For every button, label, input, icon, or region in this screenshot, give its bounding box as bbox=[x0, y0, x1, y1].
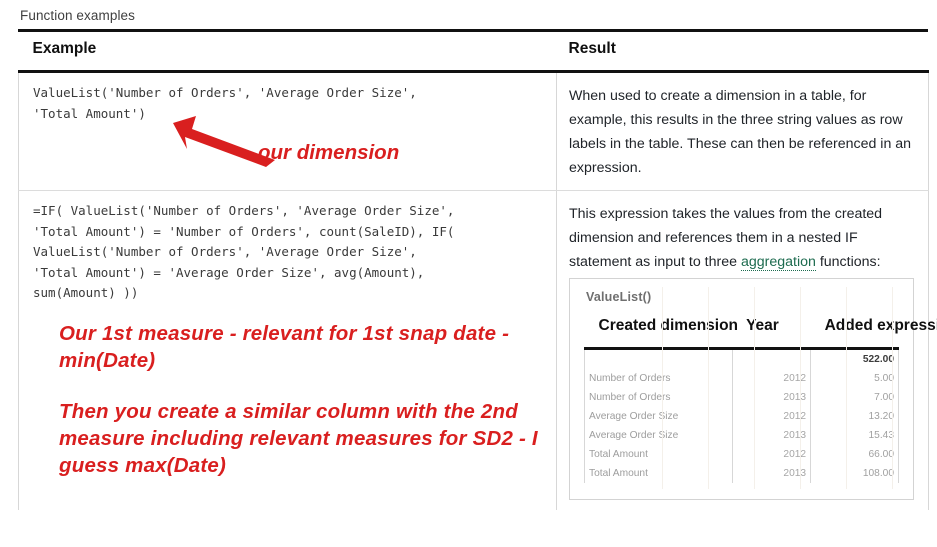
embedded-cell-year: 2012 bbox=[731, 369, 812, 388]
embedded-table-row: Number of Orders 2013 7.00 bbox=[584, 388, 899, 407]
embedded-table-row: Average Order Size 2012 13.20 bbox=[584, 407, 899, 426]
annotation-note-2: Then you create a similar column with th… bbox=[59, 399, 538, 477]
page-title: Function examples bbox=[20, 8, 136, 23]
page-root: Function examples Example Result ValueLi… bbox=[0, 0, 937, 547]
code-block-measure[interactable]: =IF( ValueList('Number of Orders', 'Aver… bbox=[33, 201, 546, 304]
embedded-cell-value: 13.20 bbox=[810, 407, 899, 426]
result-text-1: When used to create a dimension in a tab… bbox=[569, 88, 912, 176]
result-text-2: This expression takes the values from th… bbox=[569, 202, 914, 274]
embedded-total-value: 522.00 bbox=[810, 348, 899, 369]
embedded-column-header-expression: Added expression bbox=[810, 309, 937, 350]
embedded-header-row: Created dimension Year Added expression bbox=[584, 309, 937, 350]
table-header-row: Example Result bbox=[18, 32, 929, 73]
embedded-total-row: 522.00 bbox=[584, 348, 899, 369]
aggregation-link[interactable]: aggregation bbox=[740, 254, 816, 271]
embedded-cell-value: 5.00 bbox=[810, 369, 899, 388]
table-row: =IF( ValueList('Number of Orders', 'Aver… bbox=[18, 190, 937, 510]
embedded-table-row: Total Amount 2012 66.00 bbox=[584, 445, 899, 464]
code-block-dimension[interactable]: ValueList('Number of Orders', 'Average O… bbox=[33, 83, 546, 124]
embedded-table-row: Number of Orders 2012 5.00 bbox=[584, 369, 899, 388]
embedded-cell-dimension: Number of Orders bbox=[584, 388, 733, 407]
annotation-note-1: Our 1st measure - relevant for 1st snap … bbox=[59, 321, 510, 372]
embedded-cell-value: 7.00 bbox=[810, 388, 899, 407]
embedded-cell-year: 2013 bbox=[731, 388, 812, 407]
embedded-table-title: ValueList() bbox=[586, 290, 652, 304]
embedded-cell-year: 2013 bbox=[731, 426, 812, 445]
result-cell-2: This expression takes the values from th… bbox=[556, 190, 937, 510]
column-header-example: Example bbox=[18, 32, 557, 73]
embedded-total-dimension bbox=[584, 348, 733, 369]
embedded-cell-year: 2012 bbox=[731, 407, 812, 426]
valuelist-result-table: Created dimension Year Added expression … bbox=[584, 309, 937, 483]
result-text-2-part-b: functions: bbox=[815, 254, 881, 270]
embedded-cell-dimension: Number of Orders bbox=[584, 369, 733, 388]
embedded-cell-year: 2012 bbox=[731, 445, 812, 464]
annotation-arrow-label: our dimension bbox=[258, 141, 400, 164]
embedded-column-header-dimension: Created dimension bbox=[584, 309, 738, 350]
table-row: ValueList('Number of Orders', 'Average O… bbox=[18, 71, 929, 191]
embedded-cell-value: 108.00 bbox=[810, 464, 899, 483]
embedded-column-header-year: Year bbox=[732, 309, 811, 350]
column-header-result: Result bbox=[556, 32, 929, 73]
embedded-cell-dimension: Average Order Size bbox=[584, 426, 733, 445]
example-cell-2: =IF( ValueList('Number of Orders', 'Aver… bbox=[18, 190, 557, 510]
embedded-cell-dimension: Total Amount bbox=[584, 464, 733, 483]
embedded-table-screenshot: ValueList() Created dimension Year Added… bbox=[569, 278, 937, 500]
embedded-table-row: Average Order Size 2013 15.43 bbox=[584, 426, 899, 445]
embedded-cell-value: 66.00 bbox=[810, 445, 899, 464]
embedded-cell-dimension: Average Order Size bbox=[584, 407, 733, 426]
result-cell-1: When used to create a dimension in a tab… bbox=[556, 71, 929, 191]
embedded-cell-year: 2013 bbox=[731, 464, 812, 483]
embedded-cell-value: 15.43 bbox=[810, 426, 899, 445]
function-examples-table: Example Result ValueList('Number of Orde… bbox=[18, 32, 937, 510]
embedded-cell-dimension: Total Amount bbox=[584, 445, 733, 464]
example-cell-1: ValueList('Number of Orders', 'Average O… bbox=[18, 71, 557, 191]
embedded-table-row: Total Amount 2013 108.00 bbox=[584, 464, 899, 483]
embedded-total-year bbox=[731, 348, 812, 369]
